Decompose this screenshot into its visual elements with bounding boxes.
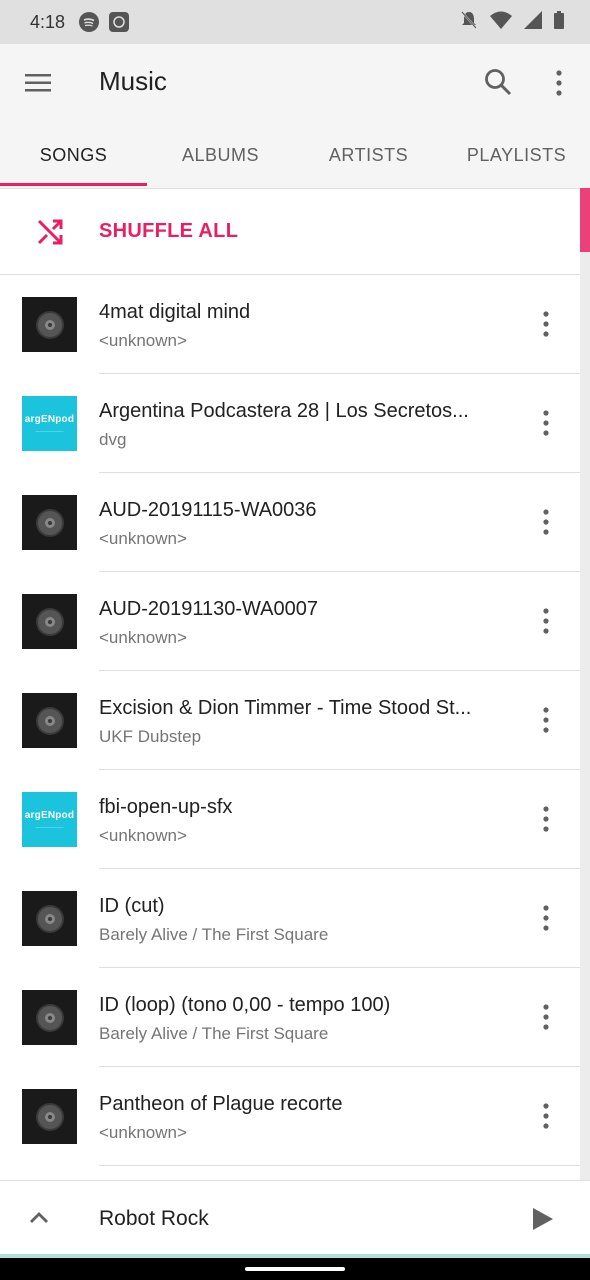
song-options-button[interactable]	[534, 604, 558, 638]
vinyl-disc-icon	[35, 508, 64, 537]
play-icon[interactable]	[528, 1205, 556, 1233]
song-row[interactable]: argENpod ——————— Argentina Podcastera 28…	[0, 374, 580, 473]
song-row[interactable]: Excision & Dion Timmer - Time Stood St..…	[0, 671, 580, 770]
now-playing-bar[interactable]: Robot Rock	[0, 1180, 590, 1257]
song-options-button[interactable]	[534, 703, 558, 737]
notifications-off-icon	[461, 11, 477, 29]
vinyl-disc-icon	[35, 706, 64, 735]
song-artist: dvg	[99, 430, 127, 449]
song-title: ID (loop) (tono 0,00 - tempo 100)	[99, 994, 391, 1016]
song-row[interactable]: AUD-20191115-WA0036 <unknown>	[0, 473, 580, 572]
song-artist: <unknown>	[99, 529, 187, 548]
song-title: Argentina Podcastera 28 | Los Secretos..…	[99, 400, 469, 422]
argenpod-logo-line: ———————	[35, 824, 64, 829]
app-bar: Music	[0, 44, 590, 122]
song-options-button[interactable]	[534, 802, 558, 836]
song-title: fbi-open-up-sfx	[99, 796, 233, 818]
spotify-icon	[79, 12, 100, 32]
song-title: AUD-20191115-WA0036	[99, 499, 317, 521]
argenpod-logo: argENpod	[24, 414, 75, 425]
song-options-button[interactable]	[534, 901, 558, 935]
song-options-button[interactable]	[534, 1000, 558, 1034]
album-art	[22, 693, 77, 748]
vinyl-disc-icon	[35, 310, 64, 339]
argenpod-logo: argENpod	[24, 810, 75, 821]
song-options-button[interactable]	[534, 307, 558, 341]
search-button[interactable]	[482, 66, 516, 100]
song-title: Excision & Dion Timmer - Time Stood St..…	[99, 697, 472, 719]
tab-artists[interactable]: ARTISTS	[295, 122, 442, 188]
tab-albums[interactable]: ALBUMS	[147, 122, 294, 188]
now-playing-title: Robot Rock	[99, 1207, 209, 1230]
scrollbar-thumb[interactable]	[580, 188, 590, 252]
more-vert-icon	[543, 410, 549, 436]
song-row[interactable]: AUD-20191130-WA0007 <unknown>	[0, 572, 580, 671]
song-artist: <unknown>	[99, 826, 187, 845]
song-title: Pantheon of Plague recorte	[99, 1093, 343, 1115]
song-row[interactable]: Pantheon of Plague recorte <unknown>	[0, 1067, 580, 1166]
album-art	[22, 297, 77, 352]
song-row[interactable]: 4mat digital mind <unknown>	[0, 275, 580, 374]
more-vert-icon	[543, 311, 549, 337]
album-art: argENpod ———————	[22, 396, 77, 451]
shuffle-all-button[interactable]: SHUFFLE ALL	[0, 188, 580, 275]
vinyl-disc-icon	[35, 904, 64, 933]
album-art	[22, 594, 77, 649]
song-artist: <unknown>	[99, 331, 187, 350]
scrollbar-track[interactable]	[580, 188, 590, 1180]
more-vert-icon	[543, 608, 549, 634]
chevron-up-icon[interactable]	[26, 1205, 52, 1231]
wifi-icon	[490, 11, 512, 29]
vinyl-disc-icon	[35, 607, 64, 636]
divider	[99, 1165, 580, 1166]
song-artist: <unknown>	[99, 1123, 187, 1142]
more-vert-icon	[543, 1103, 549, 1129]
album-art	[22, 891, 77, 946]
vinyl-disc-icon	[35, 1003, 64, 1032]
home-gesture-handle[interactable]	[245, 1267, 345, 1271]
app-notification-icon	[109, 12, 130, 32]
album-art	[22, 990, 77, 1045]
search-icon	[485, 69, 512, 96]
vinyl-disc-icon	[35, 1102, 64, 1131]
system-nav-bar	[0, 1258, 590, 1280]
argenpod-logo-line: ———————	[35, 428, 64, 433]
song-row[interactable]: ID (loop) (tono 0,00 - tempo 100) Barely…	[0, 968, 580, 1067]
shuffle-all-label: SHUFFLE ALL	[99, 220, 239, 242]
album-art: argENpod ———————	[22, 792, 77, 847]
song-title: 4mat digital mind	[99, 301, 251, 323]
more-vert-icon	[543, 905, 549, 931]
song-row[interactable]: ID (cut) Barely Alive / The First Square	[0, 869, 580, 968]
menu-icon	[25, 74, 51, 92]
battery-icon	[554, 11, 564, 29]
album-art	[22, 1089, 77, 1144]
song-artist: Barely Alive / The First Square	[99, 1024, 329, 1043]
song-row[interactable]: argENpod ——————— fbi-open-up-sfx <unknow…	[0, 770, 580, 869]
page-title: Music	[99, 66, 167, 96]
tab-bar: SONGS ALBUMS ARTISTS PLAYLISTS	[0, 122, 590, 189]
menu-button[interactable]	[24, 68, 54, 98]
status-bar: 4:18	[0, 0, 590, 44]
song-artist: Barely Alive / The First Square	[99, 925, 329, 944]
signal-icon	[524, 11, 542, 29]
song-artist: <unknown>	[99, 628, 187, 647]
song-options-button[interactable]	[534, 505, 558, 539]
song-options-button[interactable]	[534, 1099, 558, 1133]
more-vert-icon	[543, 1004, 549, 1030]
album-art	[22, 495, 77, 550]
more-vert-icon	[543, 707, 549, 733]
overflow-menu-button[interactable]	[544, 66, 574, 100]
tab-songs[interactable]: SONGS	[0, 122, 147, 188]
song-artist: UKF Dubstep	[99, 727, 202, 746]
tab-indicator	[0, 183, 147, 186]
song-title: ID (cut)	[99, 895, 165, 917]
shuffle-icon	[37, 219, 63, 245]
status-time: 4:18	[30, 11, 66, 32]
song-title: AUD-20191130-WA0007	[99, 598, 319, 620]
song-options-button[interactable]	[534, 406, 558, 440]
tab-playlists[interactable]: PLAYLISTS	[443, 122, 590, 188]
more-vert-icon	[556, 70, 562, 96]
more-vert-icon	[543, 509, 549, 535]
more-vert-icon	[543, 806, 549, 832]
